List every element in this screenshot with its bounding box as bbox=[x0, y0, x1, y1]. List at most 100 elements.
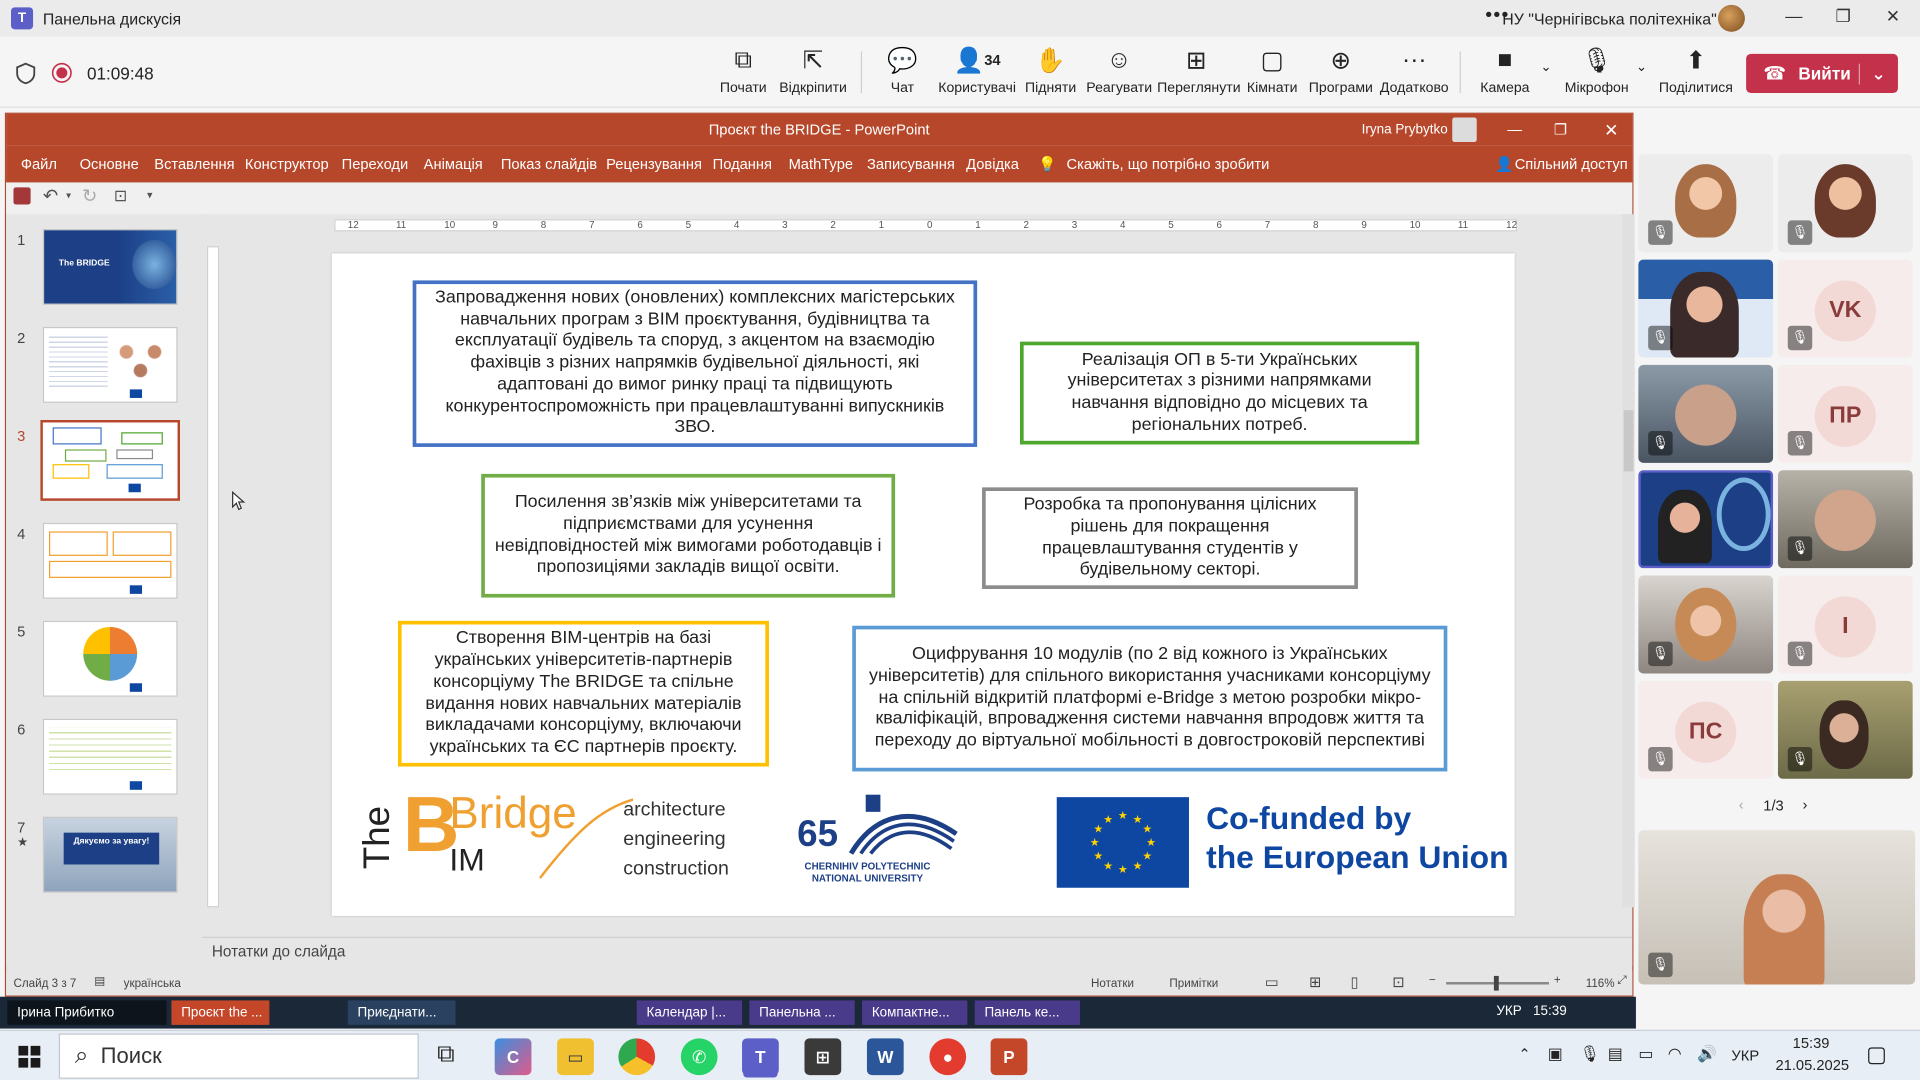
inner-task-calendar[interactable]: Календар |... bbox=[636, 1000, 743, 1025]
slideshow-view-icon[interactable]: ⊡ bbox=[1392, 973, 1404, 990]
windows-start-icon[interactable] bbox=[18, 1045, 41, 1068]
battery-icon[interactable]: ▭ bbox=[1638, 1044, 1653, 1064]
participant-tile-1[interactable]: 🎙 bbox=[1638, 154, 1774, 253]
undo-icon[interactable]: ↶ bbox=[43, 185, 58, 207]
user-avatar-icon[interactable] bbox=[1452, 117, 1477, 143]
objective-box-4[interactable]: Розробка та пропонування цілісних рішень… bbox=[982, 487, 1358, 589]
present-icon[interactable]: ⊡ bbox=[114, 186, 127, 206]
objective-box-1[interactable]: Запровадження нових (оновлених) комплекс… bbox=[412, 280, 978, 447]
tab-mathtype[interactable]: MathType bbox=[789, 156, 854, 173]
ppt-close-icon[interactable]: ✕ bbox=[1604, 114, 1618, 146]
teams-app-icon[interactable]: T bbox=[742, 1038, 779, 1076]
rooms-button[interactable]: ▢ Кімнати bbox=[1233, 44, 1311, 95]
file-explorer-app-icon[interactable]: ▭ bbox=[557, 1038, 594, 1076]
slide-canvas[interactable]: Запровадження нових (оновлених) комплекс… bbox=[331, 253, 1515, 916]
mic-options-chevron-icon[interactable]: ⌄ bbox=[1636, 59, 1647, 75]
raise-hand-button[interactable]: ✋ Підняти bbox=[1011, 44, 1089, 95]
slide-thumb-4[interactable] bbox=[42, 522, 178, 599]
undo-dropdown-icon[interactable]: ▾ bbox=[66, 190, 71, 201]
leave-button[interactable]: ☎ Вийти ⌄ bbox=[1746, 53, 1898, 94]
participant-tile-11[interactable]: ПС 🎙 bbox=[1638, 680, 1774, 779]
objective-box-3[interactable]: Посилення зв’язків між університетами та… bbox=[481, 473, 896, 598]
spellcheck-icon[interactable]: ▤ bbox=[94, 975, 105, 988]
slide-thumb-5[interactable] bbox=[42, 620, 178, 697]
view-button[interactable]: ⊞ Переглянути bbox=[1157, 44, 1240, 95]
tab-slideshow[interactable]: Показ слайдів bbox=[501, 156, 597, 173]
tray-app-icon[interactable]: ▣ bbox=[1548, 1044, 1563, 1064]
participant-tile-9[interactable]: 🎙 bbox=[1638, 575, 1774, 674]
inner-task-compact[interactable]: Компактне... bbox=[862, 1000, 968, 1025]
notifications-icon[interactable]: ▢ bbox=[1866, 1042, 1887, 1068]
tab-recording[interactable]: Записування bbox=[867, 156, 955, 173]
slide-thumb-3-selected[interactable] bbox=[40, 420, 181, 501]
notes-pane[interactable]: Нотатки до слайда bbox=[202, 936, 1633, 967]
tab-insert[interactable]: Вставлення bbox=[154, 156, 234, 173]
participant-tile-8[interactable]: 🎙 bbox=[1777, 470, 1913, 569]
chrome-app-icon[interactable] bbox=[618, 1038, 656, 1076]
tab-help[interactable]: Довідка bbox=[966, 156, 1019, 173]
wifi-icon[interactable]: ◠ bbox=[1668, 1044, 1682, 1064]
participant-tile-6[interactable]: ПР 🎙 bbox=[1777, 364, 1913, 463]
participant-tile-3[interactable]: 🎙 bbox=[1638, 259, 1774, 358]
mic-button[interactable]: 🎙 Мікрофон bbox=[1558, 44, 1636, 95]
powerpoint-app-icon[interactable]: P bbox=[990, 1038, 1028, 1076]
account-avatar[interactable] bbox=[1717, 4, 1745, 32]
share-button[interactable]: ⬆ Поділитися bbox=[1657, 44, 1735, 95]
taskbar-clock[interactable]: 15:39 bbox=[1793, 1035, 1830, 1052]
slide-thumb-6[interactable] bbox=[42, 718, 178, 795]
fit-slide-icon[interactable]: ⤢ bbox=[1618, 973, 1627, 986]
objective-box-5[interactable]: Створення BIM-центрів на базі українськи… bbox=[397, 620, 769, 767]
word-app-icon[interactable]: W bbox=[866, 1038, 904, 1076]
tab-transitions[interactable]: Переходи bbox=[342, 156, 409, 173]
camera-options-chevron-icon[interactable]: ⌄ bbox=[1540, 59, 1551, 75]
objective-box-6[interactable]: Оцифрування 10 модулів (по 2 від кожного… bbox=[852, 625, 1448, 772]
slide-thumb-2[interactable] bbox=[42, 326, 178, 403]
more-button[interactable]: ··· Додатково bbox=[1375, 44, 1453, 96]
inner-task-ppt[interactable]: Проєкт the ... bbox=[171, 1000, 270, 1025]
participant-tile-12[interactable]: 🎙 bbox=[1777, 680, 1913, 779]
slide-thumb-1[interactable]: The BRIDGE bbox=[42, 228, 178, 305]
tray-mic-icon[interactable]: 🎙 bbox=[1580, 1044, 1600, 1064]
tray-chevron-icon[interactable]: ⌃ bbox=[1518, 1046, 1530, 1063]
tab-view[interactable]: Подання bbox=[713, 156, 772, 173]
minimize-icon[interactable]: — bbox=[1785, 6, 1802, 26]
people-button[interactable]: 👤 34 Користувачі bbox=[938, 44, 1016, 95]
zoom-out-icon[interactable]: − bbox=[1429, 973, 1436, 986]
taskbar-date[interactable]: 21.05.2025 bbox=[1776, 1057, 1850, 1074]
taskbar-language[interactable]: УКР bbox=[1731, 1047, 1759, 1064]
leave-options-chevron-icon[interactable]: ⌄ bbox=[1859, 63, 1886, 84]
status-comments-button[interactable]: Примітки bbox=[1169, 977, 1218, 990]
participant-tile-2[interactable]: 🎙 bbox=[1777, 154, 1913, 253]
tray-camera-icon[interactable]: ▤ bbox=[1608, 1044, 1623, 1064]
zoom-in-icon[interactable]: + bbox=[1554, 973, 1561, 986]
inner-task-join[interactable]: Приєднати... bbox=[347, 1000, 456, 1025]
status-notes-button[interactable]: Нотатки bbox=[1091, 977, 1134, 990]
redo-icon[interactable]: ↻ bbox=[82, 185, 97, 207]
zoom-level[interactable]: 116% bbox=[1586, 977, 1615, 990]
calculator-app-icon[interactable]: ⊞ bbox=[804, 1038, 842, 1076]
close-icon[interactable]: ✕ bbox=[1886, 6, 1900, 27]
save-icon[interactable] bbox=[13, 187, 31, 205]
restore-icon[interactable]: ❐ bbox=[1836, 6, 1851, 27]
scrollbar-thumb[interactable] bbox=[1623, 410, 1634, 472]
apps-button[interactable]: ⊕ Програми bbox=[1302, 44, 1380, 95]
customize-qat-icon[interactable]: ▾ bbox=[147, 189, 153, 202]
copilot-app-icon[interactable]: C bbox=[494, 1038, 532, 1076]
task-view-icon[interactable]: ⧉ bbox=[437, 1041, 454, 1069]
participant-tile-7-active[interactable] bbox=[1638, 470, 1774, 569]
ppt-restore-icon[interactable]: ❐ bbox=[1554, 114, 1567, 146]
tab-home[interactable]: Основне bbox=[80, 156, 139, 173]
chat-button[interactable]: 💬 Чат bbox=[863, 44, 941, 95]
whatsapp-app-icon[interactable]: ✆ bbox=[680, 1038, 718, 1076]
objective-box-2[interactable]: Реалізація ОП в 5-ти Українських універс… bbox=[1020, 341, 1420, 445]
reading-view-icon[interactable]: ▯ bbox=[1351, 973, 1359, 990]
vertical-scrollbar[interactable] bbox=[1622, 214, 1635, 908]
self-video-tile[interactable]: 🎙 bbox=[1638, 830, 1916, 985]
taskbar-search[interactable]: ⌕ Поиск bbox=[58, 1033, 419, 1079]
share-button-ppt[interactable]: Спільний доступ bbox=[1515, 156, 1628, 173]
tab-review[interactable]: Рецензування bbox=[606, 156, 702, 173]
tell-me-search[interactable]: Скажіть, що потрібно зробити bbox=[1067, 156, 1270, 173]
tab-design[interactable]: Конструктор bbox=[245, 156, 329, 173]
react-button[interactable]: ☺ Реагувати bbox=[1080, 44, 1158, 96]
participant-tile-10[interactable]: I 🎙 bbox=[1777, 575, 1913, 674]
